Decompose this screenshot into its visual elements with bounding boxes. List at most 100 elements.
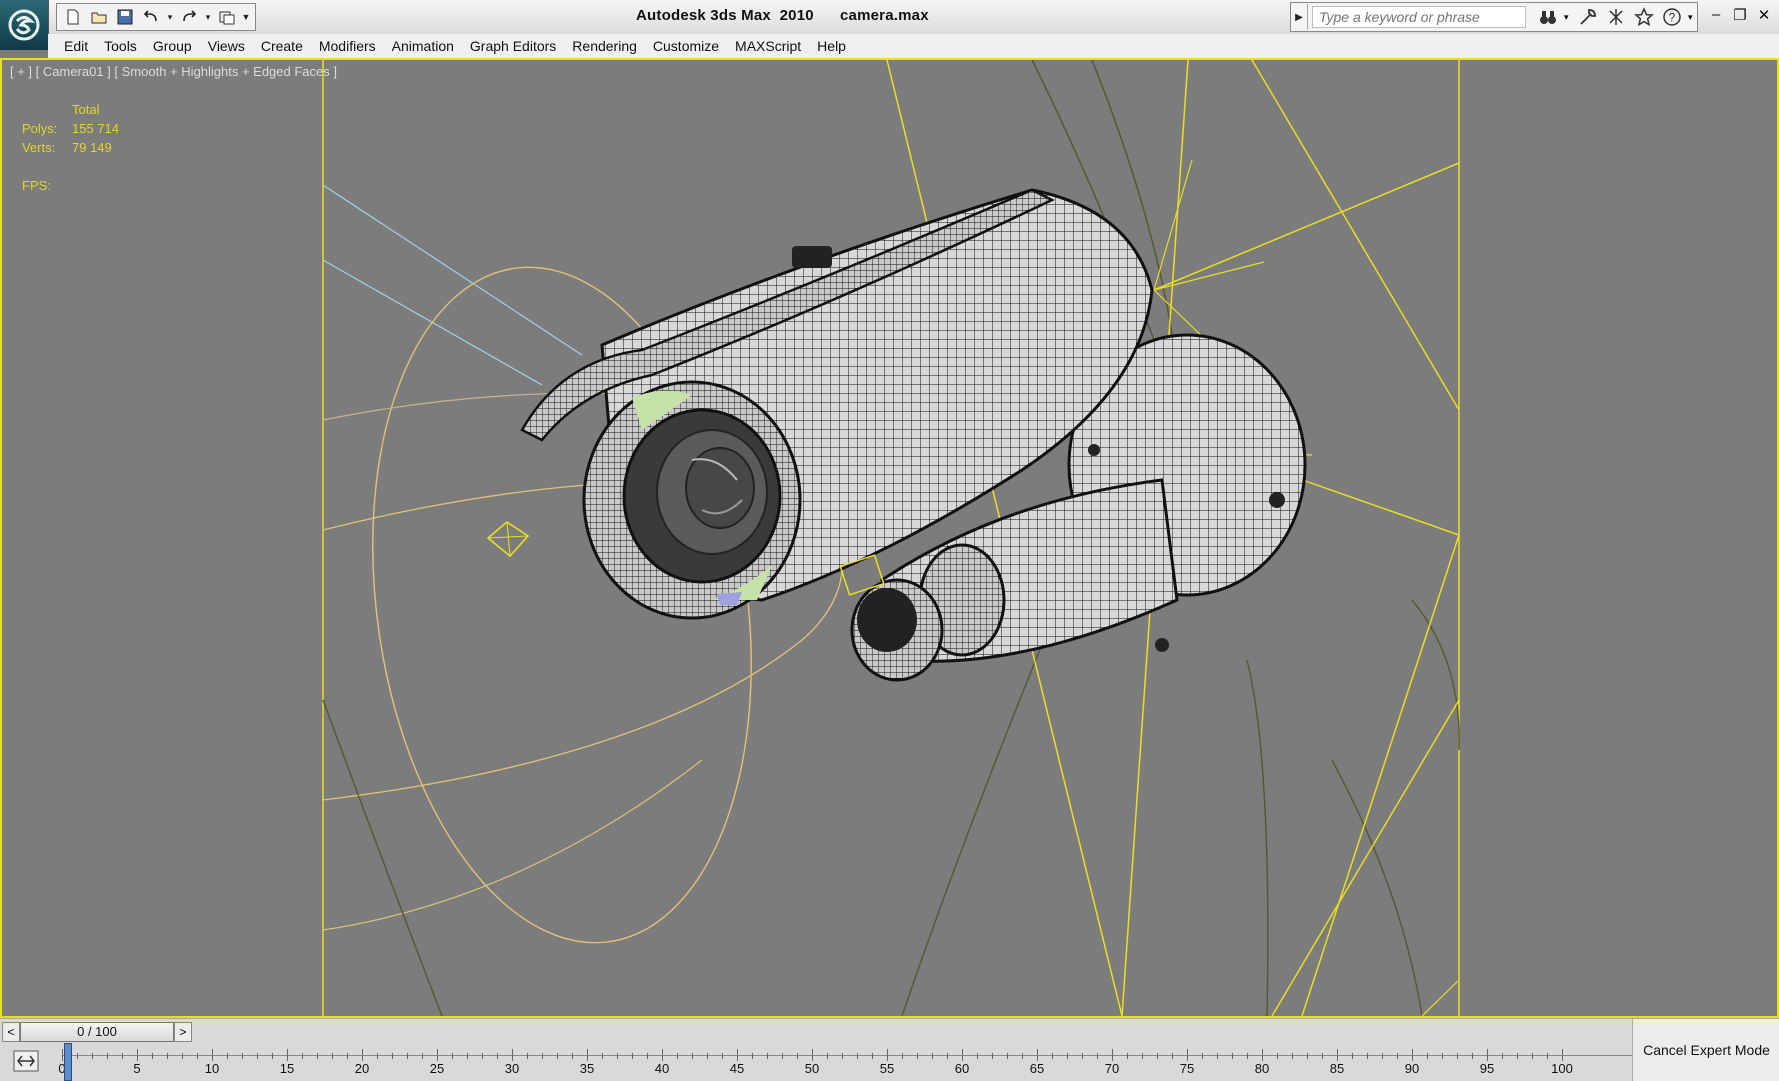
track-tick (452, 1053, 453, 1059)
menu-graph-editors[interactable]: Graph Editors (462, 38, 564, 54)
track-tick (662, 1049, 663, 1061)
menu-create[interactable]: Create (253, 38, 311, 54)
track-tick-label: 95 (1479, 1061, 1495, 1076)
track-tick (707, 1053, 708, 1059)
track-tick (1232, 1053, 1233, 1059)
cancel-expert-mode-button[interactable]: Cancel Expert Mode (1632, 1019, 1779, 1081)
track-tick (167, 1053, 168, 1059)
help-dropdown-icon[interactable]: ▾ (1688, 12, 1696, 23)
track-tick-label: 85 (1329, 1061, 1345, 1076)
track-tick (1007, 1053, 1008, 1059)
track-tick (842, 1053, 843, 1059)
track-tick (77, 1053, 78, 1059)
track-tick (797, 1053, 798, 1059)
track-tick (1427, 1053, 1428, 1059)
track-tick (827, 1053, 828, 1059)
title-bar: ▾ ▾ ▼ Autodesk 3ds Max 2010 camera.max ▶… (0, 0, 1779, 50)
menu-edit[interactable]: Edit (56, 38, 96, 54)
omni-light-gizmo[interactable] (486, 521, 530, 558)
menu-modifiers[interactable]: Modifiers (311, 38, 384, 54)
track-tick (1142, 1053, 1143, 1059)
track-bar[interactable]: 0 5 10 15 20 25 30 35 40 45 50 55 60 65 70 75 80 85 90 95 10… (58, 1045, 1632, 1079)
track-tick (1022, 1053, 1023, 1059)
menu-maxscript[interactable]: MAXScript (727, 38, 809, 54)
track-tick (1442, 1053, 1443, 1059)
restore-button[interactable]: ❐ (1733, 6, 1747, 24)
communication-center-icon[interactable] (1604, 5, 1628, 29)
track-tick (92, 1053, 93, 1059)
track-tick (332, 1053, 333, 1059)
viewport-label[interactable]: [ + ] [ Camera01 ] [ Smooth + Highlights… (10, 64, 337, 79)
track-tick (602, 1053, 603, 1059)
save-icon[interactable] (113, 6, 137, 28)
binoculars-icon[interactable] (1536, 5, 1560, 29)
track-tick (1337, 1049, 1338, 1061)
next-frame-button[interactable]: > (174, 1022, 192, 1042)
track-tick (1127, 1053, 1128, 1059)
close-button[interactable]: ✕ (1757, 6, 1771, 24)
track-tick (257, 1053, 258, 1059)
minimize-button[interactable]: – (1709, 6, 1723, 24)
viewport-scene[interactable] (2, 60, 1777, 1016)
track-tick (1247, 1053, 1248, 1059)
track-tick (1082, 1053, 1083, 1059)
current-frame-marker[interactable] (64, 1043, 72, 1081)
menu-views[interactable]: Views (200, 38, 253, 54)
track-tick (227, 1053, 228, 1059)
search-input[interactable] (1312, 6, 1526, 28)
menu-animation[interactable]: Animation (384, 38, 462, 54)
undo-dropdown-icon[interactable]: ▾ (165, 12, 175, 23)
track-tick (1532, 1053, 1533, 1059)
track-tick-label: 40 (654, 1061, 670, 1076)
open-folder-icon[interactable] (87, 6, 111, 28)
track-tick (1037, 1049, 1038, 1061)
track-tick (632, 1053, 633, 1059)
new-file-icon[interactable] (61, 6, 85, 28)
trackbar-toggle-icon[interactable] (8, 1047, 44, 1075)
track-tick (1262, 1049, 1263, 1061)
search-dropdown-icon[interactable]: ▾ (1564, 12, 1572, 23)
subscription-center-icon[interactable] (1576, 5, 1600, 29)
expand-arrow-icon[interactable]: ▶ (1291, 4, 1308, 30)
svg-text:?: ? (1669, 11, 1676, 25)
redo-dropdown-icon[interactable]: ▾ (203, 12, 213, 23)
favorites-star-icon[interactable] (1632, 5, 1656, 29)
verts-value: 79 149 (72, 140, 112, 155)
track-tick (992, 1053, 993, 1059)
time-slider[interactable]: 0 / 100 (20, 1022, 174, 1042)
track-tick (1457, 1053, 1458, 1059)
menu-group[interactable]: Group (145, 38, 200, 54)
track-tick (947, 1053, 948, 1059)
track-tick (1352, 1053, 1353, 1059)
track-tick (1562, 1049, 1563, 1061)
track-tick (767, 1053, 768, 1059)
camera-viewport[interactable]: [ + ] [ Camera01 ] [ Smooth + Highlights… (0, 58, 1779, 1018)
track-tick (1547, 1053, 1548, 1059)
track-tick (1397, 1053, 1398, 1059)
track-tick (902, 1053, 903, 1059)
previous-frame-button[interactable]: < (2, 1022, 20, 1042)
track-tick (467, 1053, 468, 1059)
track-tick (317, 1053, 318, 1059)
track-tick (932, 1053, 933, 1059)
menu-rendering[interactable]: Rendering (564, 38, 645, 54)
track-tick-label: 65 (1029, 1061, 1045, 1076)
window-title: Autodesk 3ds Max 2010 camera.max (636, 7, 929, 24)
track-tick (527, 1053, 528, 1059)
redo-icon[interactable] (177, 6, 201, 28)
help-icon[interactable]: ? (1660, 5, 1684, 29)
application-menu-button[interactable] (0, 0, 49, 50)
track-tick-label: 70 (1104, 1061, 1120, 1076)
menu-help[interactable]: Help (809, 38, 854, 54)
menu-customize[interactable]: Customize (645, 38, 727, 54)
track-tick (1202, 1053, 1203, 1059)
project-folder-icon[interactable] (215, 6, 239, 28)
track-tick (1067, 1053, 1068, 1059)
undo-icon[interactable] (139, 6, 163, 28)
security-camera-model[interactable] (520, 188, 1307, 682)
track-tick (1157, 1053, 1158, 1059)
track-tick (1277, 1053, 1278, 1059)
menu-tools[interactable]: Tools (96, 38, 145, 54)
toolbar-options-icon[interactable]: ▼ (241, 12, 251, 22)
track-tick (302, 1053, 303, 1059)
